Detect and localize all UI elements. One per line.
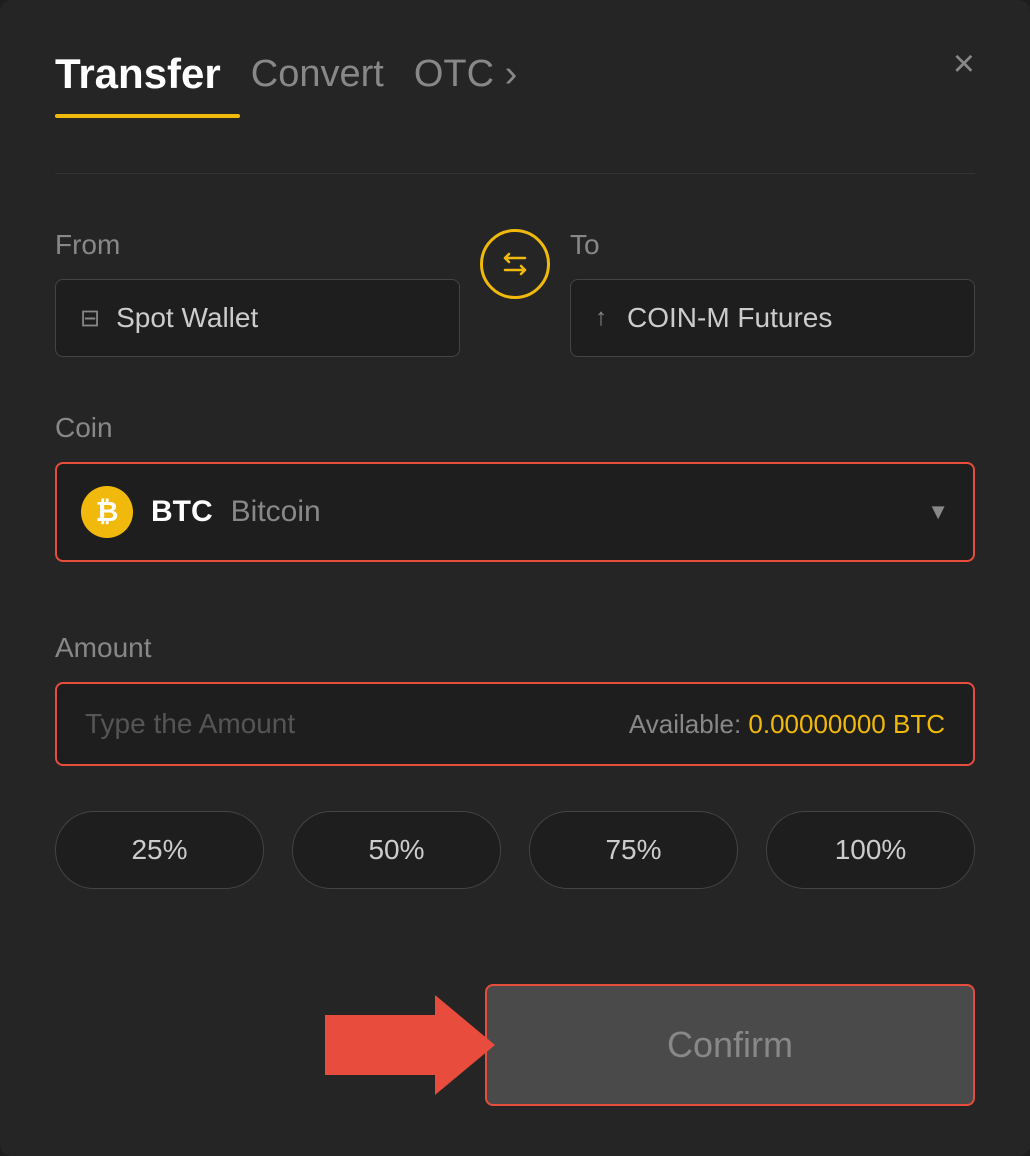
- chevron-down-icon: ▼: [927, 499, 949, 525]
- confirm-button[interactable]: Confirm: [485, 984, 975, 1106]
- from-wallet-select[interactable]: ⊟ Spot Wallet: [55, 279, 460, 357]
- close-button[interactable]: ×: [953, 45, 975, 83]
- btc-icon: ₿: [81, 486, 133, 538]
- spacer: [55, 582, 975, 632]
- header-divider: [55, 173, 975, 174]
- amount-placeholder: Type the Amount: [85, 708, 295, 740]
- tab-transfer[interactable]: Transfer: [55, 50, 221, 98]
- percent-75-button[interactable]: 75%: [529, 811, 738, 889]
- modal-header: Transfer Convert OTC › ×: [55, 50, 975, 98]
- arrow-indicator-icon: [325, 995, 495, 1095]
- futures-icon: ↑: [595, 304, 607, 332]
- to-wallet-name: COIN-M Futures: [627, 302, 832, 334]
- from-group: From ⊟ Spot Wallet: [55, 229, 460, 357]
- from-label: From: [55, 229, 460, 261]
- arrow-container: [295, 985, 495, 1105]
- to-wallet-select[interactable]: ↑ COIN-M Futures: [570, 279, 975, 357]
- transfer-modal: Transfer Convert OTC › × From ⊟ Spot Wal…: [0, 0, 1030, 1156]
- active-tab-underline: [55, 114, 240, 118]
- coin-section: Coin ₿ BTC Bitcoin ▼: [55, 412, 975, 562]
- coin-label: Coin: [55, 412, 975, 444]
- tab-convert[interactable]: Convert: [251, 53, 384, 96]
- available-amount: 0.00000000 BTC: [748, 709, 945, 739]
- to-label: To: [570, 229, 975, 261]
- coin-name: Bitcoin: [231, 495, 321, 529]
- tab-otc[interactable]: OTC ›: [414, 53, 517, 96]
- available-text: Available: 0.00000000 BTC: [629, 709, 945, 740]
- available-label: Available:: [629, 709, 741, 739]
- percent-50-button[interactable]: 50%: [292, 811, 501, 889]
- percent-25-button[interactable]: 25%: [55, 811, 264, 889]
- amount-section: Amount Type the Amount Available: 0.0000…: [55, 632, 975, 766]
- coin-left: ₿ BTC Bitcoin: [81, 486, 321, 538]
- wallet-icon: ⊟: [80, 304, 100, 333]
- amount-input-container[interactable]: Type the Amount Available: 0.00000000 BT…: [55, 682, 975, 766]
- swap-button[interactable]: [480, 229, 550, 299]
- confirm-row: Confirm: [55, 984, 975, 1106]
- percentage-row: 25% 50% 75% 100%: [55, 811, 975, 889]
- amount-label: Amount: [55, 632, 975, 664]
- from-to-row: From ⊟ Spot Wallet To ↑ COIN-M Futures: [55, 229, 975, 357]
- coin-select[interactable]: ₿ BTC Bitcoin ▼: [55, 462, 975, 562]
- from-wallet-name: Spot Wallet: [116, 302, 258, 334]
- coin-symbol: BTC: [151, 495, 213, 529]
- percent-100-button[interactable]: 100%: [766, 811, 975, 889]
- swap-btn-container: [480, 229, 550, 311]
- to-group: To ↑ COIN-M Futures: [570, 229, 975, 357]
